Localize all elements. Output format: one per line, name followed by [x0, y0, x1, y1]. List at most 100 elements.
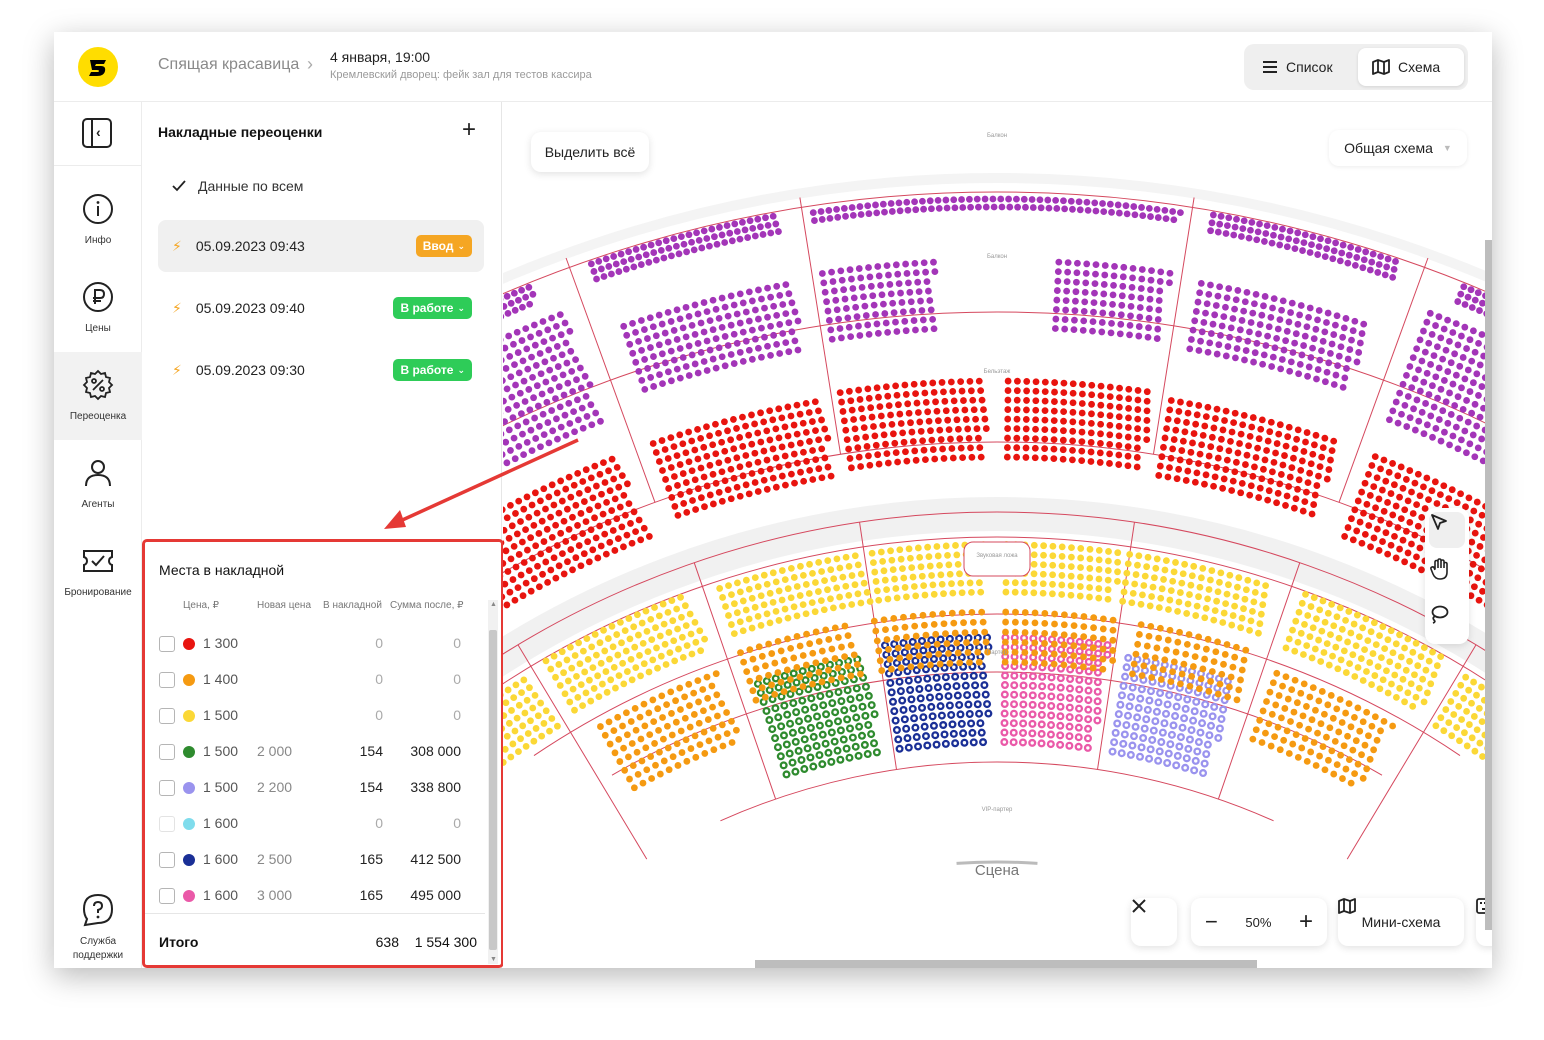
seat[interactable] [1211, 311, 1219, 319]
seat[interactable] [1356, 518, 1364, 526]
seat[interactable] [1119, 282, 1127, 290]
seat[interactable] [1109, 291, 1117, 299]
seat[interactable] [1170, 216, 1178, 224]
seat[interactable] [622, 265, 630, 273]
seat[interactable] [1060, 379, 1068, 387]
seat[interactable] [522, 293, 530, 301]
seat[interactable] [1087, 458, 1095, 465]
seat[interactable] [777, 647, 785, 655]
nav-item-prices[interactable]: Цены [54, 264, 142, 352]
seat[interactable] [503, 431, 505, 438]
seat[interactable] [1368, 722, 1376, 730]
seat[interactable] [1361, 479, 1369, 487]
seat[interactable] [1326, 724, 1334, 732]
seat[interactable] [1005, 195, 1012, 203]
seat[interactable] [601, 647, 609, 655]
seat[interactable] [530, 737, 538, 745]
seat[interactable] [1080, 653, 1087, 661]
seat[interactable] [1264, 437, 1272, 445]
seat[interactable] [1077, 564, 1084, 571]
seat[interactable] [1202, 309, 1209, 317]
seat[interactable] [773, 311, 781, 319]
seat[interactable] [721, 303, 729, 311]
seat[interactable] [1257, 425, 1265, 433]
seat[interactable] [1109, 647, 1117, 654]
seat[interactable] [503, 438, 510, 446]
seat[interactable] [663, 701, 671, 709]
seat[interactable] [1351, 673, 1359, 680]
seat[interactable] [1303, 323, 1311, 331]
seat[interactable] [768, 681, 775, 689]
seat[interactable] [909, 438, 917, 445]
seat[interactable] [1309, 624, 1317, 632]
seat[interactable] [690, 711, 698, 718]
seat[interactable] [1002, 588, 1010, 596]
seat[interactable] [803, 630, 810, 638]
seat[interactable] [630, 508, 638, 516]
seat[interactable] [1218, 435, 1225, 443]
seat[interactable] [778, 567, 786, 574]
seat[interactable] [1344, 524, 1352, 531]
seat[interactable] [649, 656, 657, 664]
seat[interactable] [1331, 737, 1339, 745]
seat[interactable] [1104, 595, 1112, 603]
seat[interactable] [553, 542, 561, 549]
row-checkbox[interactable] [159, 636, 175, 652]
seat[interactable] [1435, 364, 1443, 372]
seat[interactable] [1468, 699, 1475, 707]
seat[interactable] [530, 521, 538, 529]
seat[interactable] [1069, 380, 1077, 388]
seat[interactable] [758, 353, 765, 361]
seat[interactable] [585, 558, 593, 566]
seat[interactable] [532, 435, 540, 442]
seat[interactable] [809, 476, 817, 483]
seat[interactable] [1251, 588, 1259, 596]
seat[interactable] [1258, 416, 1266, 424]
seat[interactable] [1106, 383, 1114, 391]
seat[interactable] [945, 561, 953, 569]
seat[interactable] [1071, 316, 1078, 324]
seat[interactable] [679, 324, 687, 332]
seat[interactable] [1053, 205, 1061, 212]
seat[interactable] [945, 426, 953, 434]
seat[interactable] [1317, 235, 1324, 243]
seat[interactable] [1465, 686, 1473, 694]
seat[interactable] [1377, 253, 1385, 260]
seat[interactable] [908, 564, 916, 572]
seat[interactable] [1388, 680, 1395, 688]
seat[interactable] [1022, 444, 1030, 452]
seat[interactable] [1476, 361, 1484, 369]
seat[interactable] [1313, 375, 1320, 383]
seat[interactable] [1231, 653, 1239, 661]
seat[interactable] [552, 574, 560, 582]
seat[interactable] [1232, 354, 1239, 362]
seat[interactable] [933, 407, 941, 415]
seat[interactable] [1231, 602, 1238, 610]
seat[interactable] [834, 213, 842, 221]
seat[interactable] [903, 457, 911, 465]
seat[interactable] [1358, 330, 1366, 337]
seat[interactable] [1098, 319, 1106, 326]
seat[interactable] [1212, 302, 1220, 309]
seat[interactable] [1359, 264, 1367, 272]
seat[interactable] [1258, 475, 1266, 483]
seat[interactable] [596, 639, 604, 647]
seat[interactable] [1440, 377, 1448, 384]
status-badge[interactable]: В работе ⌄ [393, 297, 472, 319]
seat[interactable] [766, 589, 774, 597]
seat[interactable] [1163, 425, 1170, 432]
seat[interactable] [514, 422, 522, 430]
nav-item-support[interactable]: Служба поддержки [54, 890, 142, 966]
seat[interactable] [966, 659, 973, 666]
seat[interactable] [1392, 640, 1400, 648]
seat[interactable] [1106, 450, 1113, 458]
seat[interactable] [1072, 297, 1079, 305]
seat[interactable] [1188, 672, 1196, 680]
seat[interactable] [1409, 648, 1417, 656]
seat[interactable] [845, 387, 853, 395]
seat[interactable] [1274, 489, 1282, 497]
seat[interactable] [836, 325, 844, 332]
seat[interactable] [528, 353, 535, 361]
seat[interactable] [1288, 686, 1296, 694]
seat[interactable] [739, 357, 747, 365]
